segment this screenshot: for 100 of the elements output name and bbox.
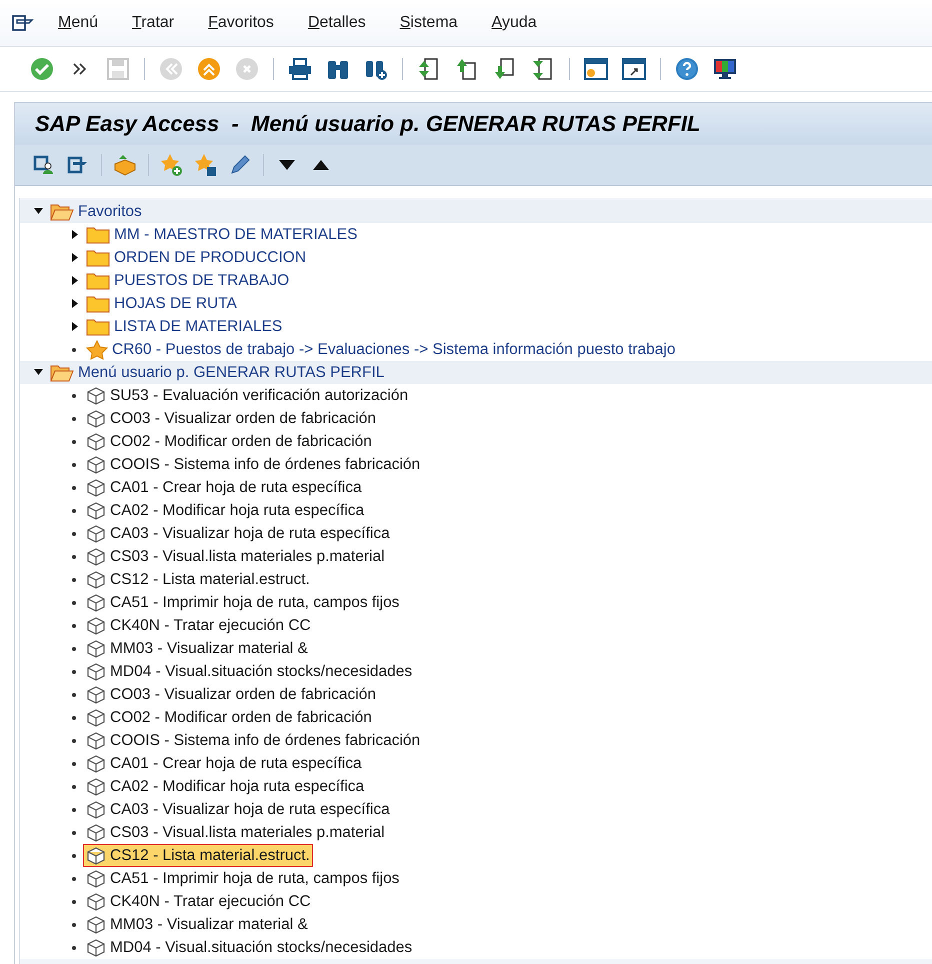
monitor-icon <box>713 57 737 81</box>
cube-icon <box>86 616 106 634</box>
tree-item[interactable]: CK40N - Tratar ejecución CC <box>110 892 311 910</box>
cube-icon <box>86 892 106 910</box>
bullet-icon <box>72 876 76 880</box>
pencil-icon <box>229 154 251 176</box>
cube-icon <box>86 640 106 658</box>
bullet-icon <box>72 462 76 466</box>
cube-icon <box>86 708 106 726</box>
tree-item[interactable]: HOJAS DE RUTA <box>114 294 237 312</box>
folder-icon <box>86 248 110 266</box>
cube-icon <box>86 938 106 956</box>
bullet-icon <box>72 808 76 812</box>
cube-icon <box>86 432 106 450</box>
expand-arrow-icon[interactable] <box>70 230 78 239</box>
previous-page-icon <box>455 57 479 81</box>
new-window-icon <box>584 57 608 81</box>
menu-item[interactable]: Menú <box>46 10 110 36</box>
print-icon <box>288 58 312 80</box>
triangle-up-icon <box>313 160 329 170</box>
menu-icon[interactable] <box>12 15 34 31</box>
cube-icon <box>86 478 106 496</box>
bullet-icon <box>72 416 76 420</box>
cube-icon <box>86 916 106 934</box>
open-folder-icon <box>50 364 74 382</box>
cube-icon <box>86 686 106 704</box>
save-icon <box>107 58 129 80</box>
cube-icon <box>86 778 106 796</box>
triangle-down-icon <box>279 160 295 170</box>
user-menu-icon <box>33 155 55 175</box>
selected-tree-item[interactable]: CS12 - Lista material.estruct. <box>84 845 312 866</box>
bullet-icon <box>72 486 76 490</box>
cube-icon <box>86 824 106 842</box>
folder-icon <box>86 294 110 312</box>
tree-item[interactable]: MM03 - Visualizar material & <box>110 916 308 934</box>
tree-item[interactable]: ORDEN DE PRODUCCION <box>114 248 306 266</box>
tree-item[interactable]: LISTA DE MATERIALES <box>114 318 282 336</box>
bullet-icon <box>72 670 76 674</box>
tree-item[interactable]: CS12 - Lista material.estruct. <box>110 570 310 588</box>
expand-arrow-icon[interactable] <box>70 322 78 331</box>
help-icon <box>675 57 699 81</box>
star-trash-icon <box>194 153 218 177</box>
exit-icon <box>197 57 221 81</box>
first-page-icon <box>417 57 441 81</box>
cube-icon <box>86 548 106 566</box>
shortcut-window-icon <box>622 57 646 81</box>
back-icon <box>159 57 183 81</box>
bullet-icon <box>72 922 76 926</box>
bullet-icon <box>72 830 76 834</box>
bullet-icon <box>72 440 76 444</box>
bullet-icon <box>72 692 76 696</box>
cube-icon <box>86 456 106 474</box>
cube-icon <box>86 870 106 888</box>
bullet-icon <box>72 532 76 536</box>
bullet-icon <box>72 854 76 858</box>
package-icon <box>113 154 137 176</box>
check-icon <box>30 57 54 81</box>
tree-item[interactable]: MM03 - Visualizar material & <box>110 640 308 658</box>
bullet-icon <box>72 900 76 904</box>
bullet-icon <box>72 784 76 788</box>
menu-list-icon <box>67 156 89 174</box>
bullet-icon <box>72 578 76 582</box>
bullet-icon <box>72 646 76 650</box>
menu-item[interactable]: Sistema <box>388 10 470 36</box>
open-folder-icon <box>50 202 74 220</box>
star-icon <box>86 340 108 360</box>
collapse-arrow-icon[interactable] <box>34 207 42 216</box>
menu-item[interactable]: Detalles <box>296 10 378 36</box>
cube-icon <box>86 594 106 612</box>
cube-icon <box>86 662 106 680</box>
cube-icon <box>86 846 106 864</box>
menu-item[interactable]: Ayuda <box>480 10 549 36</box>
bullet-icon <box>72 624 76 628</box>
menu-item[interactable]: Favoritos <box>196 10 286 36</box>
bullet-icon <box>72 554 76 558</box>
collapse-arrow-icon[interactable] <box>34 368 42 377</box>
bullet-icon <box>72 394 76 398</box>
bullet-icon <box>72 946 76 950</box>
cube-icon <box>86 524 106 542</box>
expand-arrow-icon[interactable] <box>70 299 78 308</box>
star-plus-icon <box>160 153 184 177</box>
bullet-icon <box>72 348 76 352</box>
cube-icon <box>86 754 106 772</box>
expand-arrow-icon[interactable] <box>70 253 78 262</box>
last-page-icon <box>531 57 555 81</box>
menu-item[interactable]: Tratar <box>120 10 186 36</box>
folder-icon <box>86 318 110 336</box>
cube-icon <box>86 800 106 818</box>
cube-icon <box>86 732 106 750</box>
bullet-icon <box>72 600 76 604</box>
folder-icon <box>86 272 110 290</box>
tree-item[interactable]: PUESTOS DE TRABAJO <box>114 272 290 290</box>
cube-icon <box>86 410 106 428</box>
cube-icon <box>86 570 106 588</box>
double-chevron-icon <box>73 63 87 75</box>
tree-item[interactable]: CK40N - Tratar ejecución CC <box>110 616 311 634</box>
screen-title: SAP Easy Access - Menú usuario p. GENERAR RUTAS PERFIL <box>35 111 700 137</box>
tree-item[interactable]: Favoritos <box>78 202 142 220</box>
cancel-icon <box>235 57 259 81</box>
expand-arrow-icon[interactable] <box>70 276 78 285</box>
